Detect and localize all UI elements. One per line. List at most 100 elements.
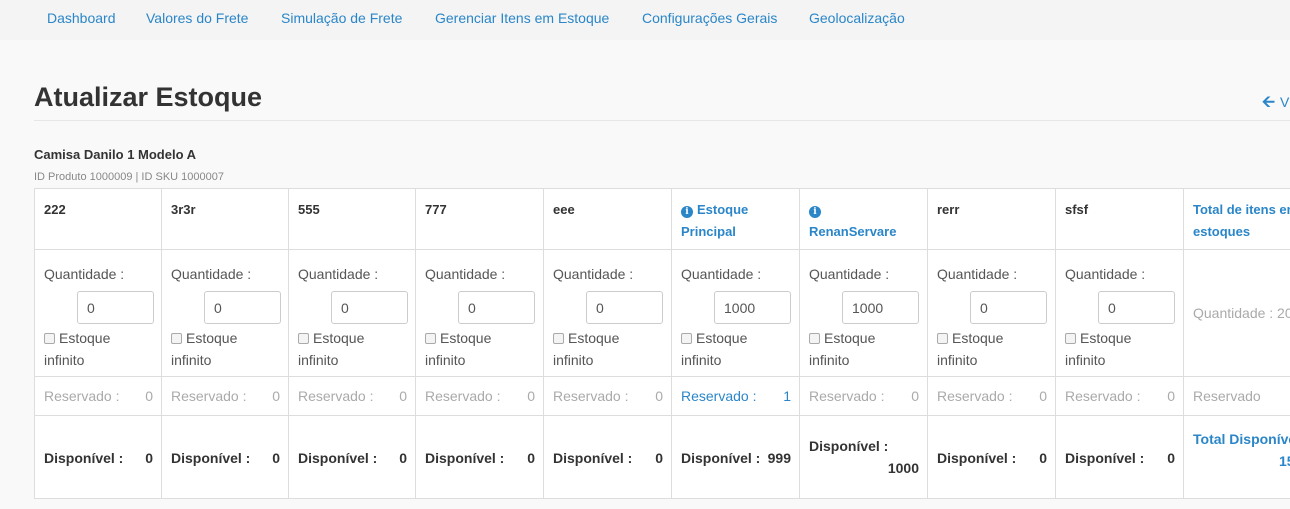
quantity-input[interactable] <box>970 291 1047 324</box>
available-label: Disponível : <box>681 450 761 466</box>
reserved-label[interactable]: Reservado : <box>681 388 756 404</box>
infinite-label-line2: infinito <box>298 352 339 368</box>
stock-name: rerr <box>937 199 1049 221</box>
nav-dashboard[interactable]: Dashboard <box>47 10 116 26</box>
available-label: Disponível : <box>937 450 1017 466</box>
stock-name-text: eee <box>553 202 575 217</box>
reserved-value: 0 <box>272 388 280 404</box>
infinite-label-line2: infinito <box>171 352 212 368</box>
available-value: 1000 <box>887 460 919 476</box>
reserved-label: Reservado : <box>44 388 120 404</box>
quantity-input[interactable] <box>331 291 408 324</box>
infinite-stock-option: Estoque infinito <box>425 327 535 371</box>
quantity-label: Quantidade : <box>553 266 634 282</box>
quantity-input[interactable] <box>714 291 791 324</box>
title-divider <box>34 120 1290 121</box>
infinite-stock-checkbox[interactable] <box>44 333 55 344</box>
available-value: 0 <box>655 450 663 466</box>
nav-valores-frete[interactable]: Valores do Frete <box>146 10 248 26</box>
infinite-label-line1: Estoque <box>952 330 1004 346</box>
stock-column: eee Quantidade : Estoque infinito Reservado … <box>544 189 672 498</box>
stock-column: 777 Quantidade : Estoque infinito Reservado … <box>416 189 544 498</box>
stock-name: 222 <box>44 199 155 221</box>
reserved-value: 0 <box>1039 388 1047 404</box>
infinite-stock-option: Estoque infinito <box>553 327 663 371</box>
available-value: 0 <box>145 450 153 466</box>
stock-column: i RenanServare Quantidade : Estoque infinito… <box>800 189 928 498</box>
infinite-stock-option: Estoque infinito <box>1065 327 1175 371</box>
info-icon: i <box>809 206 821 218</box>
stock-name: sfsf <box>1065 199 1177 221</box>
quantity-input[interactable] <box>586 291 663 324</box>
quantity-label: Quantidade : <box>809 266 890 282</box>
infinite-stock-checkbox[interactable] <box>937 333 948 344</box>
infinite-stock-checkbox[interactable] <box>809 333 820 344</box>
stock-name: 555 <box>298 199 409 221</box>
infinite-stock-checkbox[interactable] <box>171 333 182 344</box>
stock-name[interactable]: i Estoque Principal <box>681 199 793 243</box>
info-icon: i <box>681 206 693 218</box>
stock-column: 555 Quantidade : Estoque infinito Reservado … <box>289 189 416 498</box>
quantity-input[interactable] <box>458 291 535 324</box>
stock-column: rerr Quantidade : Estoque infinito Reservado… <box>928 189 1056 498</box>
stock-name-text: sfsf <box>1065 202 1089 217</box>
total-header: Total de itens em todos estoques <box>1193 202 1290 239</box>
infinite-stock-checkbox[interactable] <box>553 333 564 344</box>
infinite-label-line2: infinito <box>681 352 722 368</box>
stock-name: 777 <box>425 199 537 221</box>
reserved-label: Reservado : <box>1065 388 1141 404</box>
nav-geolocalizacao[interactable]: Geolocalização <box>809 10 905 26</box>
infinite-stock-checkbox[interactable] <box>681 333 692 344</box>
infinite-label-line2: infinito <box>44 352 85 368</box>
infinite-label-line1: Estoque <box>824 330 876 346</box>
stock-column: sfsf Quantidade : Estoque infinito Reservado… <box>1056 189 1184 498</box>
available-label: Disponível : <box>553 450 633 466</box>
product-ids: ID Produto 1000009 | ID SKU 1000007 <box>34 171 224 183</box>
infinite-label-line1: Estoque <box>59 330 111 346</box>
stock-column: 3r3r Quantidade : Estoque infinito Reservado… <box>162 189 289 498</box>
available-value: 999 <box>767 450 791 466</box>
infinite-label-line1: Estoque <box>1080 330 1132 346</box>
available-value: 0 <box>1039 450 1047 466</box>
infinite-stock-checkbox[interactable] <box>1065 333 1076 344</box>
total-available-label: Total Disponível : <box>1193 431 1290 447</box>
nav-configuracoes[interactable]: Configurações Gerais <box>642 10 777 26</box>
infinite-label-line1: Estoque <box>568 330 620 346</box>
quantity-input[interactable] <box>77 291 154 324</box>
stock-name[interactable]: i RenanServare <box>809 199 921 243</box>
reserved-value[interactable]: 1 <box>783 388 791 404</box>
stock-name-text: 3r3r <box>171 202 196 217</box>
reserved-value: 0 <box>145 388 153 404</box>
reserved-label: Reservado : <box>937 388 1013 404</box>
infinite-stock-option: Estoque infinito <box>809 327 919 371</box>
quantity-input[interactable] <box>842 291 919 324</box>
infinite-label-line2: infinito <box>425 352 466 368</box>
stock-name-text: RenanServare <box>809 224 897 239</box>
stock-name-text: 222 <box>44 202 66 217</box>
reserved-value: 0 <box>911 388 919 404</box>
quantity-label: Quantidade : <box>681 266 762 282</box>
infinite-stock-checkbox[interactable] <box>298 333 309 344</box>
reserved-value: 0 <box>1167 388 1175 404</box>
infinite-stock-checkbox[interactable] <box>425 333 436 344</box>
reserved-label: Reservado : <box>809 388 885 404</box>
quantity-input[interactable] <box>1098 291 1175 324</box>
page-title: Atualizar Estoque <box>34 82 263 112</box>
available-value: 0 <box>272 450 280 466</box>
available-label: Disponível : <box>44 450 124 466</box>
arrow-left-icon: 🡨 <box>1262 94 1275 111</box>
total-quantity: Quantidade : 20 <box>1193 305 1290 321</box>
infinite-stock-option: Estoque infinito <box>937 327 1047 371</box>
stock-name: eee <box>553 199 665 221</box>
stock-name-text: rerr <box>937 202 960 217</box>
available-label: Disponível : <box>425 450 505 466</box>
stock-column: iEstoque Principal Quantidade : Estoque inf… <box>672 189 800 498</box>
quantity-input[interactable] <box>204 291 281 324</box>
nav-gerenciar-itens[interactable]: Gerenciar Itens em Estoque <box>435 10 609 26</box>
total-column: Total de itens em todos estoques Quantida… <box>1184 189 1290 498</box>
back-link[interactable]: 🡨 V <box>1262 91 1289 118</box>
stock-name: 3r3r <box>171 199 282 221</box>
nav-simulacao-frete[interactable]: Simulação de Frete <box>281 10 402 26</box>
quantity-label: Quantidade : <box>1065 266 1146 282</box>
available-label: Disponível : <box>171 450 251 466</box>
